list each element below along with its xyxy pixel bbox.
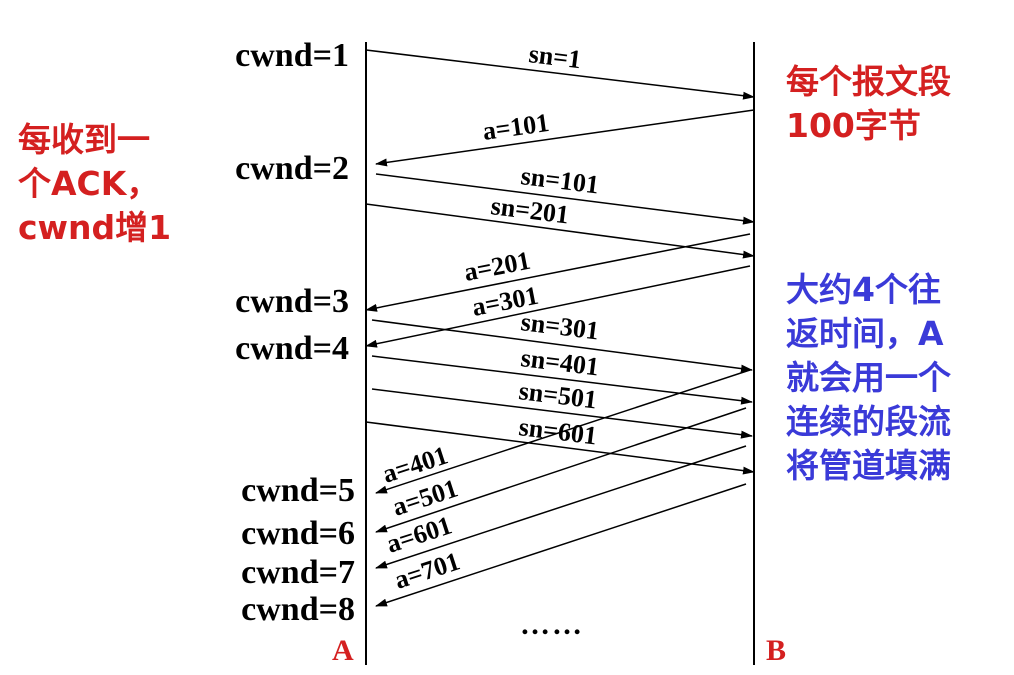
note-line: 每个报文段 (786, 62, 951, 101)
ack-label: a=201 (462, 246, 533, 287)
host-label-b: B (766, 634, 786, 667)
note-segment-size: 每个报文段 100字节 (786, 60, 951, 148)
cwnd-label: cwnd=2 (235, 150, 349, 187)
note-line: 就会用一个 (786, 358, 951, 397)
cwnd-label: cwnd=5 (241, 472, 355, 509)
cwnd-label: cwnd=4 (235, 330, 349, 367)
note-line: 返时间，A (786, 314, 944, 353)
cwnd-label: cwnd=6 (241, 515, 355, 552)
cwnd-label: cwnd=7 (241, 554, 355, 591)
host-label-a: A (332, 634, 354, 667)
note-ack-increment: 每收到一 个ACK， cwnd增1 (18, 118, 171, 250)
note-line: 个ACK， (18, 164, 160, 203)
cwnd-label: cwnd=8 (241, 591, 355, 628)
note-line: 大约4个往 (786, 270, 941, 309)
ack-arrow (365, 233, 751, 312)
note-line: 连续的段流 (786, 402, 951, 441)
note-line: cwnd增1 (18, 208, 172, 247)
note-line: 每收到一 (18, 120, 150, 159)
note-pipe-filled: 大约4个往 返时间，A 就会用一个 连续的段流 将管道填满 (786, 268, 951, 488)
cwnd-label: cwnd=3 (235, 283, 349, 320)
continuation-ellipsis: …… (520, 608, 584, 641)
note-line: 将管道填满 (786, 446, 951, 485)
cwnd-label: cwnd=1 (235, 37, 349, 74)
segment-label: sn=301 (519, 307, 600, 345)
note-line: 100字节 (786, 106, 921, 145)
segment-label: sn=1 (527, 39, 583, 74)
segment-label: sn=601 (517, 412, 598, 450)
ack-arrow (375, 109, 755, 167)
